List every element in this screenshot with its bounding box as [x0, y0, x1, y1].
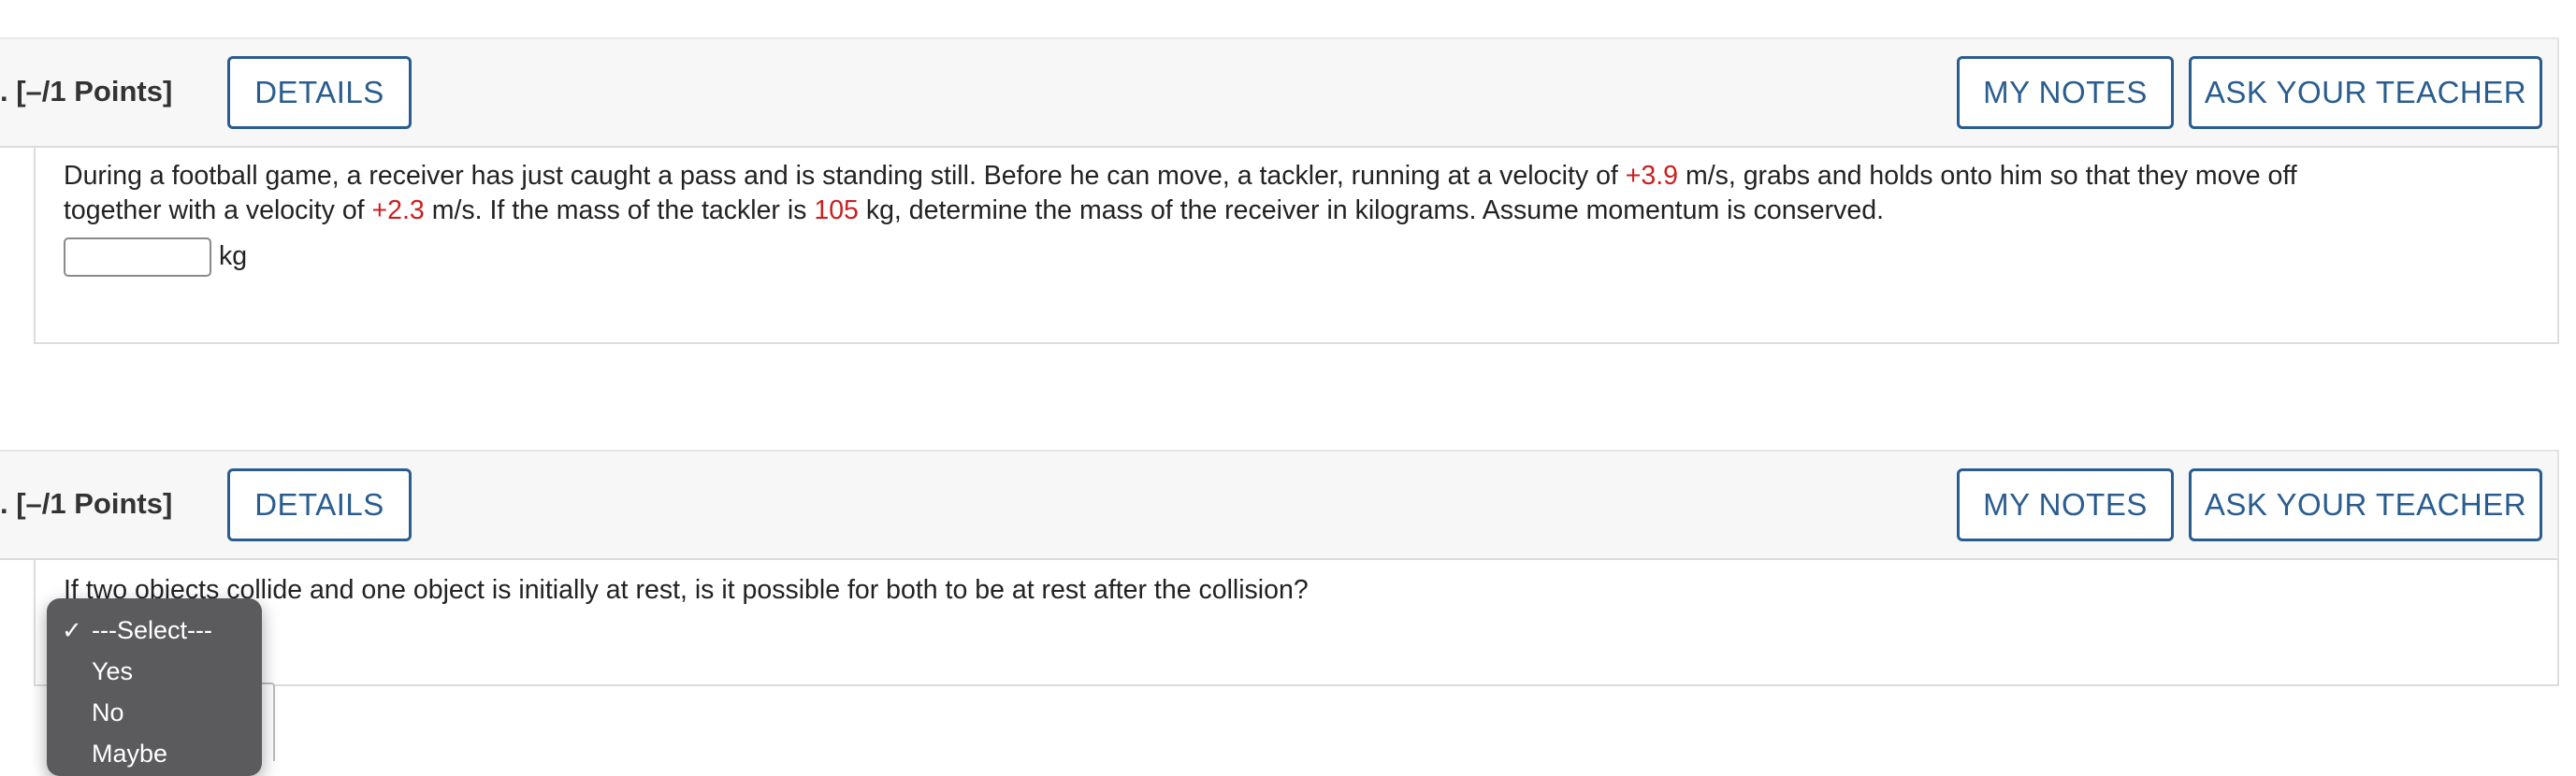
unit-label: kg [219, 241, 248, 271]
question-1-text-line-1: During a football game, a receiver has j… [64, 159, 2297, 194]
question-1-text-segment: m/s, grabs and holds onto him so that th… [1678, 161, 2297, 191]
select-dropdown-menu: ✓ ---Select--- Yes No Maybe [47, 598, 262, 776]
question-1-my-notes-button[interactable]: MY NOTES [1957, 56, 2174, 129]
question-2-header: . [–/1 Points] DETAILS MY NOTES ASK YOUR… [0, 450, 2559, 560]
question-2-body: If two objects collide and one object is… [34, 560, 2559, 686]
option-label: No [92, 698, 124, 726]
question-1-text-segment: kg, determine the mass of the receiver i… [858, 195, 1885, 225]
option-label: Yes [92, 657, 134, 685]
final-velocity-value: +2.3 [371, 195, 425, 225]
question-1-ask-teacher-button[interactable]: ASK YOUR TEACHER [2189, 56, 2542, 129]
question-1-text-segment: together with a velocity of [64, 195, 372, 225]
question-1-text-line-2: together with a velocity of +2.3 m/s. If… [64, 194, 1884, 228]
question-1-text-segment: During a football game, a receiver has j… [64, 161, 1626, 191]
checkmark-icon: ✓ [62, 616, 82, 644]
option-label: ---Select--- [92, 616, 212, 644]
select-option-default[interactable]: ✓ ---Select--- [47, 610, 262, 651]
tackler-velocity-value: +3.9 [1625, 161, 1679, 191]
option-label: Maybe [92, 740, 168, 768]
question-1-body: During a football game, a receiver has j… [34, 148, 2559, 344]
select-option-no[interactable]: No [47, 692, 262, 733]
question-1-details-button[interactable]: DETAILS [227, 56, 412, 129]
tackler-mass-value: 105 [814, 195, 859, 225]
question-1-text-segment: m/s. If the mass of the tackler is [424, 195, 815, 225]
receiver-mass-input[interactable] [64, 237, 211, 277]
question-2-ask-teacher-button[interactable]: ASK YOUR TEACHER [2189, 468, 2542, 541]
select-option-yes[interactable]: Yes [47, 651, 262, 692]
select-option-maybe[interactable]: Maybe [47, 733, 262, 774]
question-1-header: . [–/1 Points] DETAILS MY NOTES ASK YOUR… [0, 37, 2559, 148]
question-2-points: . [–/1 Points] [0, 487, 173, 520]
question-2-my-notes-button[interactable]: MY NOTES [1957, 468, 2174, 541]
question-1-points: . [–/1 Points] [0, 75, 173, 108]
question-2-details-button[interactable]: DETAILS [227, 468, 412, 541]
